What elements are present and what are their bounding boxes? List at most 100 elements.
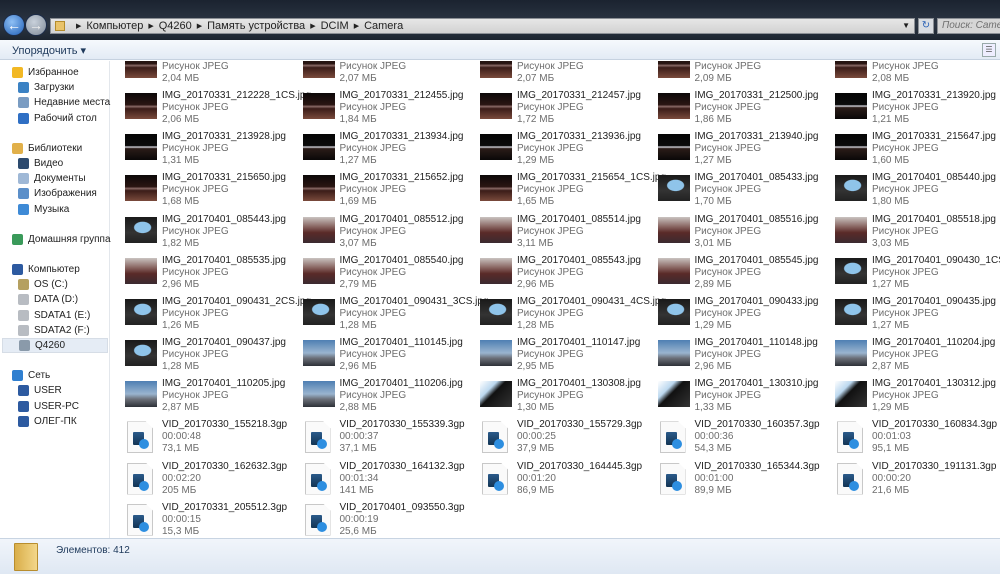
file-item[interactable]: IMG_20170331_212228_1CS.jpg Рисунок JPEG 2… (111, 90, 311, 130)
file-item[interactable]: IMG_20170331_215654_1CS.jpg Рисунок JPEG 1… (466, 172, 666, 212)
image-thumbnail (480, 257, 512, 284)
file-item[interactable]: VID_20170331_205512.3gp 00:00:15 15,3 МБ (111, 502, 287, 538)
address-history-dropdown[interactable]: ▼ (902, 21, 910, 30)
breadcrumb-chevron-icon[interactable]: ▶ (197, 22, 202, 30)
file-item[interactable]: Рисунок JPEG 2,08 МБ (821, 61, 996, 89)
file-item[interactable]: IMG_20170331_215650.jpg Рисунок JPEG 1,68 … (111, 172, 286, 212)
file-item[interactable]: VID_20170330_160357.3gp 00:00:36 54,3 МБ (644, 419, 820, 459)
file-size: 3,03 МБ (872, 237, 910, 249)
file-item[interactable]: IMG_20170401_110145.jpg Рисунок JPEG 2,96 … (289, 337, 464, 377)
file-item[interactable]: IMG_20170401_110148.jpg Рисунок JPEG 2,96 … (644, 337, 819, 377)
file-item[interactable]: IMG_20170401_090435.jpg Рисунок JPEG 1,27 … (821, 296, 996, 336)
file-item[interactable]: IMG_20170331_212455.jpg Рисунок JPEG 1,84 … (289, 90, 464, 130)
file-item[interactable]: IMG_20170401_085433.jpg Рисунок JPEG 1,70 … (644, 172, 819, 212)
sidebar-item[interactable]: Избранное (12, 65, 79, 80)
breadcrumb-chevron-icon[interactable]: ▶ (354, 22, 359, 30)
sidebar-item[interactable]: Библиотеки (12, 141, 82, 156)
breadcrumb-item[interactable]: Компьютер (86, 20, 143, 32)
file-item[interactable]: IMG_20170401_085543.jpg Рисунок JPEG 2,96 … (466, 255, 641, 295)
file-item[interactable]: IMG_20170331_213934.jpg Рисунок JPEG 1,27 … (289, 131, 464, 171)
sidebar-item[interactable]: Q4260 (2, 338, 108, 353)
breadcrumb-item[interactable]: Память устройства (207, 20, 305, 32)
file-item[interactable]: Рисунок JPEG 2,07 МБ (289, 61, 464, 89)
file-item[interactable]: Рисунок JPEG 2,09 МБ (644, 61, 819, 89)
file-item[interactable]: VID_20170401_093550.3gp 00:00:19 25,6 МБ (289, 502, 465, 538)
sidebar-item[interactable]: Недавние места (18, 95, 110, 110)
organize-button[interactable]: Упорядочить ▾ (12, 44, 86, 57)
sidebar-item[interactable]: Сеть (12, 368, 50, 383)
sidebar-item[interactable]: DATA (D:) (18, 292, 78, 307)
sidebar-item[interactable]: USER (18, 383, 62, 398)
breadcrumb-item[interactable]: Camera (364, 20, 403, 32)
file-item[interactable]: IMG_20170401_090433.jpg Рисунок JPEG 1,29 … (644, 296, 819, 336)
file-item[interactable]: IMG_20170401_085514.jpg Рисунок JPEG 3,11 … (466, 214, 641, 254)
file-item[interactable]: IMG_20170401_130312.jpg Рисунок JPEG 1,29 … (821, 378, 996, 418)
search-input[interactable]: Поиск: Camera (937, 18, 1000, 34)
file-item[interactable]: VID_20170330_165344.3gp 00:01:00 89,9 МБ (644, 461, 820, 501)
sidebar-item[interactable]: SDATA1 (E:) (18, 308, 90, 323)
file-item[interactable]: VID_20170330_164445.3gp 00:01:20 86,9 МБ (466, 461, 642, 501)
file-item[interactable]: VID_20170330_191131.3gp 00:00:20 21,6 МБ (821, 461, 996, 501)
sidebar-item[interactable]: OS (C:) (18, 277, 68, 292)
sidebar-item[interactable]: Музыка (18, 202, 69, 217)
file-item[interactable]: VID_20170330_164132.3gp 00:01:34 141 МБ (289, 461, 465, 501)
sidebar-item[interactable]: Компьютер (12, 262, 80, 277)
file-item[interactable]: VID_20170330_160834.3gp 00:01:03 95,1 МБ (821, 419, 997, 459)
image-thumbnail (302, 257, 335, 284)
file-item[interactable]: IMG_20170331_215652.jpg Рисунок JPEG 1,69 … (289, 172, 464, 212)
sidebar-item[interactable]: Изображения (18, 186, 97, 201)
file-item[interactable]: IMG_20170401_090431_4CS.jpg Рисунок JPEG 1… (466, 296, 666, 336)
file-item[interactable]: IMG_20170401_130310.jpg Рисунок JPEG 1,33 … (644, 378, 819, 418)
file-item[interactable]: VID_20170330_155729.3gp 00:00:25 37,9 МБ (466, 419, 642, 459)
file-item[interactable]: IMG_20170401_090431_2CS.jpg Рисунок JPEG 1… (111, 296, 311, 336)
breadcrumb-item[interactable]: DCIM (321, 20, 349, 32)
breadcrumb-chevron-icon[interactable]: ▶ (310, 22, 315, 30)
file-item[interactable]: IMG_20170331_213920.jpg Рисунок JPEG 1,21 … (821, 90, 996, 130)
file-item[interactable]: IMG_20170401_110147.jpg Рисунок JPEG 2,95 … (466, 337, 641, 377)
file-item[interactable]: IMG_20170331_213928.jpg Рисунок JPEG 1,31 … (111, 131, 286, 171)
sidebar-item[interactable]: Загрузки (18, 80, 74, 95)
file-name: VID_20170330_191131.3gp (872, 460, 997, 472)
address-bar[interactable]: ▶ Компьютер ▶ Q4260 ▶ Память устройства ▶ DCIM ▶… (50, 18, 915, 34)
file-item[interactable]: IMG_20170401_090430_1CS.jpgРисунок JPEG1… (821, 255, 1000, 295)
breadcrumb-item[interactable]: Q4260 (159, 20, 192, 32)
sidebar-item[interactable]: Видео (18, 156, 63, 171)
file-item[interactable]: VID_20170330_162632.3gp 00:02:20 205 МБ (111, 461, 287, 501)
file-item[interactable]: IMG_20170401_110204.jpg Рисунок JPEG 2,87 … (821, 337, 996, 377)
sidebar-item[interactable]: Домашняя группа (12, 232, 111, 247)
file-item[interactable]: IMG_20170401_090437.jpg Рисунок JPEG 1,28 … (111, 337, 286, 377)
sidebar-item[interactable]: ОЛЕГ-ПК (18, 414, 77, 429)
file-item[interactable]: IMG_20170331_212457.jpg Рисунок JPEG 1,72 … (466, 90, 641, 130)
file-item[interactable]: IMG_20170401_085512.jpg Рисунок JPEG 3,07 … (289, 214, 464, 254)
sidebar-item[interactable]: Рабочий стол (18, 111, 97, 126)
change-view-button[interactable]: ☰ (982, 43, 996, 57)
file-item[interactable]: IMG_20170401_110206.jpg Рисунок JPEG 2,88 … (289, 378, 464, 418)
sidebar-item[interactable]: USER-PC (18, 399, 79, 414)
file-item[interactable]: VID_20170330_155339.3gp 00:00:37 37,1 МБ (289, 419, 465, 459)
forward-button[interactable]: → (25, 14, 47, 36)
file-item[interactable]: IMG_20170401_085443.jpg Рисунок JPEG 1,82 … (111, 214, 286, 254)
file-item[interactable]: VID_20170330_155218.3gp 00:00:48 73,1 МБ (111, 419, 287, 459)
file-item[interactable]: IMG_20170331_213940.jpg Рисунок JPEG 1,27 … (644, 131, 819, 171)
sidebar-item[interactable]: Документы (18, 171, 86, 186)
file-item[interactable]: IMG_20170401_085535.jpg Рисунок JPEG 2,96 … (111, 255, 286, 295)
file-item[interactable]: Рисунок JPEG 2,07 МБ (466, 61, 641, 89)
file-item[interactable]: IMG_20170331_212500.jpg Рисунок JPEG 1,86 … (644, 90, 819, 130)
file-item[interactable]: IMG_20170401_085518.jpg Рисунок JPEG 3,03 … (821, 214, 996, 254)
file-item[interactable]: IMG_20170401_085516.jpg Рисунок JPEG 3,01 … (644, 214, 819, 254)
file-item[interactable]: IMG_20170331_215647.jpg Рисунок JPEG 1,60 … (821, 131, 996, 171)
file-item[interactable]: IMG_20170401_110205.jpg Рисунок JPEG 2,87 … (111, 378, 286, 418)
file-item[interactable]: IMG_20170401_085545.jpg Рисунок JPEG 2,89 … (644, 255, 819, 295)
file-size: 2,96 МБ (339, 361, 377, 373)
file-item[interactable]: IMG_20170401_130308.jpg Рисунок JPEG 1,30 … (466, 378, 641, 418)
file-item[interactable]: IMG_20170401_085540.jpg Рисунок JPEG 2,79 … (289, 255, 464, 295)
breadcrumb-chevron-icon[interactable]: ▶ (76, 22, 81, 30)
file-item[interactable]: IMG_20170401_085440.jpg Рисунок JPEG 1,80 … (821, 172, 996, 212)
sidebar-item[interactable]: SDATA2 (F:) (18, 323, 90, 338)
back-button[interactable]: ← (3, 14, 25, 36)
breadcrumb-chevron-icon[interactable]: ▶ (148, 22, 153, 30)
refresh-button[interactable]: ↻ (918, 18, 934, 34)
file-item[interactable]: IMG_20170331_213936.jpg Рисунок JPEG 1,29 … (466, 131, 641, 171)
file-item[interactable]: Рисунок JPEG 2,04 МБ (111, 61, 286, 89)
file-item[interactable]: IMG_20170401_090431_3CS.jpg Рисунок JPEG 1… (289, 296, 489, 336)
